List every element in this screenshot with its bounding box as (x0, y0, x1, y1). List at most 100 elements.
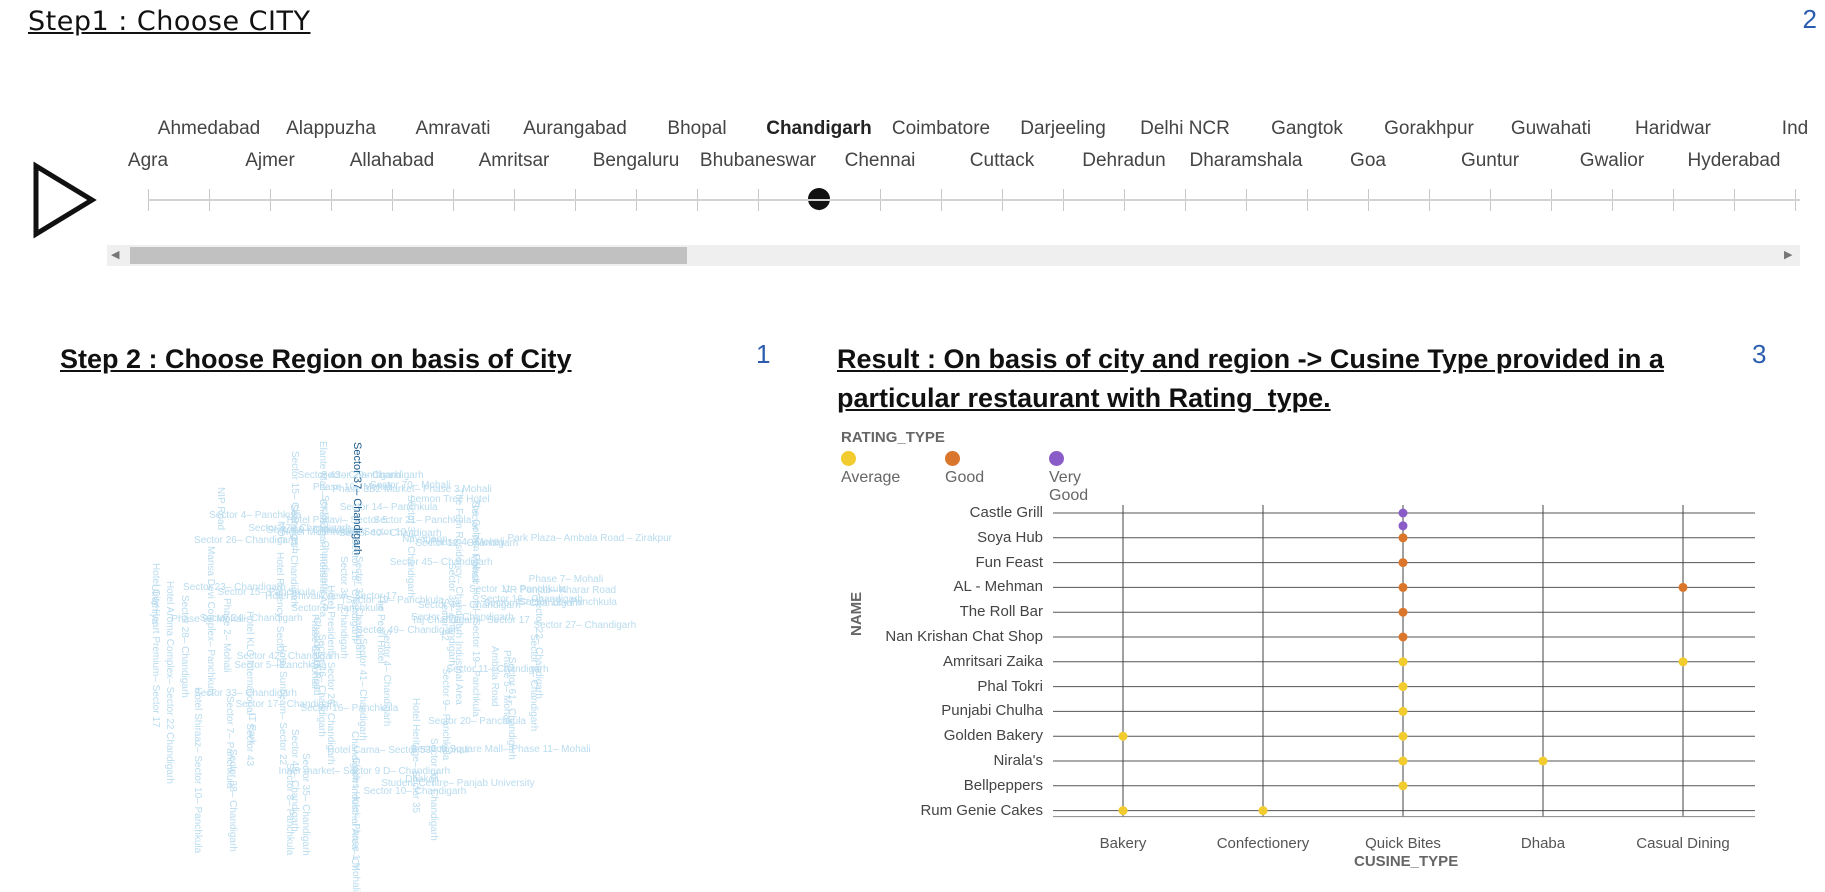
region-word[interactable]: Sector 12– Panchkula (519, 597, 617, 608)
region-word[interactable]: Ambala Road (489, 646, 500, 707)
scatter-point[interactable] (1398, 657, 1408, 667)
city-option[interactable]: Amritsar (479, 150, 550, 172)
region-word[interactable]: Sector 21– Panchkula (373, 515, 471, 526)
legend-swatch (1049, 451, 1064, 466)
scatter-point[interactable] (1398, 582, 1408, 592)
city-option[interactable]: Coimbatore (892, 118, 990, 140)
y-tick-label: Fun Feast (975, 553, 1043, 571)
scatter-point[interactable] (1118, 806, 1128, 816)
scroll-right-icon[interactable]: ▶ (1784, 248, 1792, 261)
region-word[interactable]: Sector 27– Chandigarh (533, 620, 636, 631)
region-word[interactable]: Student Centre– Panjab University (381, 778, 534, 789)
city-option[interactable]: Guntur (1461, 150, 1519, 172)
scatter-point[interactable] (1398, 781, 1408, 791)
city-option[interactable]: Hyderabad (1688, 150, 1781, 172)
region-word[interactable]: Sector 6– Chandigarh (267, 525, 364, 536)
legend-item[interactable]: Average (841, 451, 900, 487)
legend-label: Very Good (1049, 469, 1089, 504)
region-word[interactable]: Hotel Shivalikview– Sector 17 (265, 591, 397, 602)
scroll-left-icon[interactable]: ◀ (111, 248, 119, 261)
region-word[interactable]: Sector 39– Chandigarh (411, 612, 514, 623)
region-word-selected[interactable]: Sector 37– Chandigarh (351, 442, 363, 555)
city-option[interactable]: Darjeeling (1020, 118, 1106, 140)
scatter-point[interactable] (1398, 706, 1408, 716)
region-word[interactable]: Sector 46– Chandigarh (316, 634, 327, 737)
city-option[interactable]: Amravati (416, 118, 491, 140)
city-option[interactable]: Agra (128, 150, 168, 172)
region-word[interactable]: Sector 29– Chandigarh (321, 470, 424, 481)
city-option[interactable]: Allahabad (350, 150, 435, 172)
legend-item[interactable]: Good (945, 451, 984, 487)
scatter-point[interactable] (1398, 607, 1408, 617)
city-option[interactable]: Goa (1350, 150, 1386, 172)
region-word[interactable]: Hotel Shiraaz– Sector 10– Panchkula (192, 687, 203, 853)
city-option[interactable]: Gwalior (1580, 150, 1644, 172)
region-word[interactable]: Sector 4– Chandigarh (381, 629, 392, 726)
city-option[interactable]: Ajmer (245, 150, 295, 172)
x-tick-label: Confectionery (1216, 834, 1310, 852)
region-word[interactable]: Sector 8– Chandigarh (528, 634, 539, 731)
scatter-point[interactable] (1398, 558, 1408, 568)
scatter-point[interactable] (1398, 731, 1408, 741)
region-word[interactable]: Phase 4– Mohali (430, 537, 505, 548)
scatter-point[interactable] (1398, 756, 1408, 766)
city-option[interactable]: Guwahati (1511, 118, 1591, 140)
region-word[interactable]: Mansa Devi Complex– Panchkula (205, 546, 216, 696)
scatter-point[interactable] (1398, 533, 1408, 543)
region-word[interactable]: Hotel Regency– Sector 22 (274, 552, 285, 669)
region-word[interactable]: NIP Road (215, 487, 226, 530)
play-icon[interactable] (30, 160, 100, 240)
region-word[interactable]: Sector 36– Chandigarh (338, 556, 349, 659)
region-word[interactable]: Hotel Aroma Complex– Sector 22 Chandigar… (164, 581, 175, 784)
region-word[interactable]: Sector 45– Chandigarh (390, 557, 493, 568)
scatter-point[interactable] (1398, 508, 1408, 518)
scrollbar-thumb[interactable] (130, 247, 687, 264)
scatter-point[interactable] (1678, 582, 1688, 592)
city-option[interactable]: Ind (1782, 118, 1808, 140)
city-option[interactable]: Bhopal (667, 118, 726, 140)
region-word[interactable]: Sector 28– Chandigarh (179, 595, 190, 698)
region-word[interactable]: Glades Hotel– Phase 1 Mohali (350, 757, 361, 892)
city-option[interactable]: Gorakhpur (1384, 118, 1474, 140)
region-word-cloud[interactable]: Sector 70– Mohali Chandigarh Road Ambala R… (120, 430, 710, 892)
city-option[interactable]: Bengaluru (593, 150, 680, 172)
city-option[interactable]: Bhubaneswar (700, 150, 816, 172)
region-word[interactable]: Phase 7– Mohali (529, 574, 604, 585)
city-option[interactable]: Aurangabad (523, 118, 627, 140)
step1-title: Step1 : Choose CITY (28, 6, 311, 37)
slider-rail[interactable] (148, 199, 1800, 201)
region-word[interactable]: Sector 49– Chandigarh (356, 625, 459, 636)
city-option[interactable]: Cuttack (970, 150, 1034, 172)
region-word[interactable]: Sector 41– Chandigarh (357, 638, 368, 741)
region-word[interactable]: Sector 7– Panchkula (224, 696, 235, 788)
y-tick-label: Punjabi Chulha (941, 702, 1043, 720)
region-word[interactable]: Sector 11– Panchkula (469, 584, 566, 595)
legend-item[interactable]: Very Good (1049, 451, 1088, 505)
region-word[interactable]: Sector 15– Chandigarh (289, 451, 300, 554)
city-option[interactable]: Alappuzha (286, 118, 376, 140)
city-option[interactable]: Delhi NCR (1140, 118, 1230, 140)
y-tick-label: Phal Tokri (977, 677, 1043, 695)
region-word[interactable]: Sector 31– Chandigarh (428, 738, 439, 841)
region-word[interactable]: Phase 2– Mohali (221, 598, 232, 673)
region-word[interactable]: Sector 35– Chandigarh (300, 753, 311, 856)
scatter-point[interactable] (1678, 657, 1688, 667)
city-option[interactable]: Gangtok (1271, 118, 1343, 140)
scatter-point[interactable] (1398, 632, 1408, 642)
city-option[interactable]: Dharamshala (1190, 150, 1303, 172)
region-word[interactable]: Park Plaza– Ambala Road – Zirakpur (507, 533, 672, 544)
city-option[interactable]: Chennai (845, 150, 916, 172)
city-option[interactable]: Ahmedabad (158, 118, 260, 140)
scatter-point[interactable] (1538, 756, 1548, 766)
scatter-point[interactable] (1118, 731, 1128, 741)
region-word[interactable]: Sector 33– Chandigarh (194, 688, 297, 699)
city-option[interactable]: Chandigarh (766, 118, 872, 140)
scatter-point[interactable] (1398, 521, 1408, 531)
scatter-point[interactable] (1398, 682, 1408, 692)
scatter-point[interactable] (1258, 806, 1268, 816)
region-word[interactable]: Sector 8– Panchkula (284, 763, 295, 855)
region-word[interactable]: Hotel City Heart Premium– Sector 17 (150, 563, 161, 728)
city-option[interactable]: Dehradun (1082, 150, 1165, 172)
city-option[interactable]: Haridwar (1635, 118, 1711, 140)
region-word[interactable]: Sector 61– Chandigarh (506, 657, 517, 760)
